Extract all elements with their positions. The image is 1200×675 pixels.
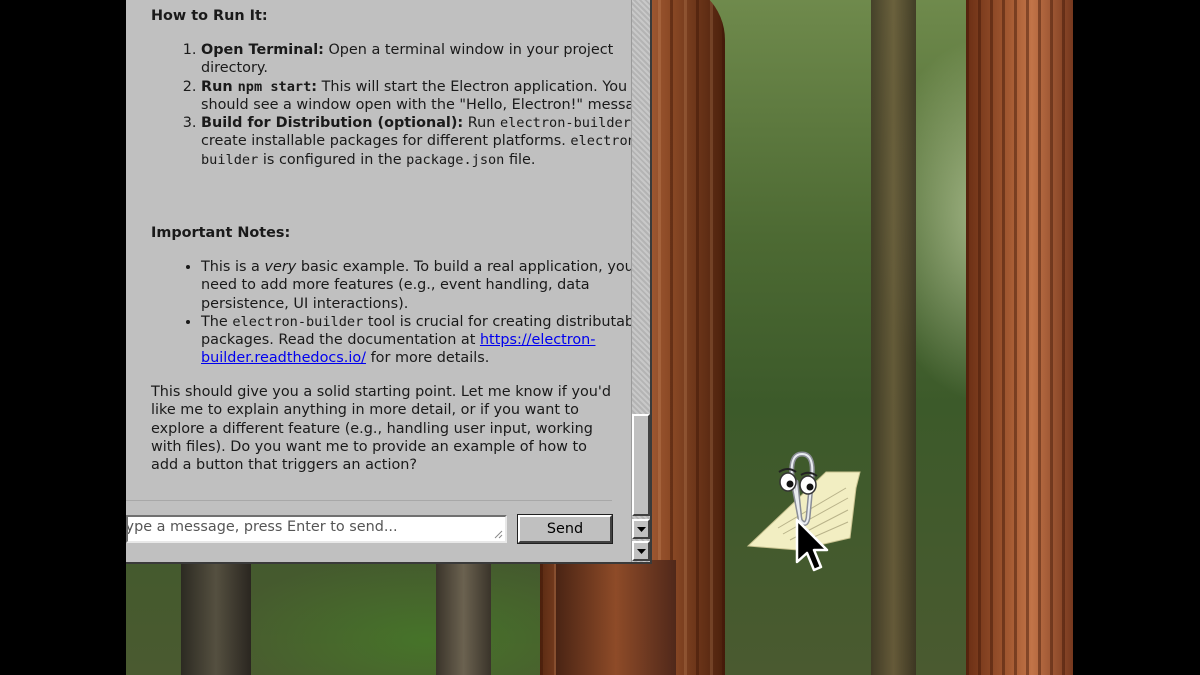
scroll-thumb[interactable] [632,414,650,516]
message-input-placeholder: Type a message, press Enter to send... [126,519,398,535]
step-build-distribution: Build for Distribution (optional): Run e… [201,114,631,169]
send-button[interactable]: Send [517,514,613,544]
resize-grip-icon[interactable] [494,530,503,539]
how-to-run-heading: How to Run It: [151,8,268,24]
divider [126,500,612,501]
note-basic-example: This is a very basic example. To build a… [201,258,631,313]
notes-list: This is a very basic example. To build a… [151,258,631,368]
background-tree [556,560,676,675]
redwood-trunk [966,0,1073,675]
background-tree [181,560,251,675]
scroll-down-arrow-icon [636,526,646,532]
step-run-npm-start: Run npm start: This will start the Elect… [201,78,631,115]
step-open-terminal: Open Terminal: Open a terminal window in… [201,41,631,78]
chat-window: How to Run It: Open Terminal: Open a ter… [126,0,652,564]
background-tree [436,560,491,675]
scroll-down-arrow-icon [636,548,646,554]
scroll-down-button[interactable] [632,541,650,561]
chat-message-area: How to Run It: Open Terminal: Open a ter… [126,0,631,505]
note-electron-builder: The electron-builder tool is crucial for… [201,313,631,368]
vertical-scrollbar[interactable] [631,0,650,562]
mouse-pointer-icon [795,518,829,572]
message-input[interactable]: Type a message, press Enter to send... [126,515,507,543]
closing-paragraph: This should give you a solid starting po… [151,384,611,474]
run-steps-list: Open Terminal: Open a terminal window in… [151,41,631,169]
important-notes-heading: Important Notes: [151,225,291,241]
background-tree [871,0,916,675]
scroll-down-button[interactable] [632,519,650,539]
